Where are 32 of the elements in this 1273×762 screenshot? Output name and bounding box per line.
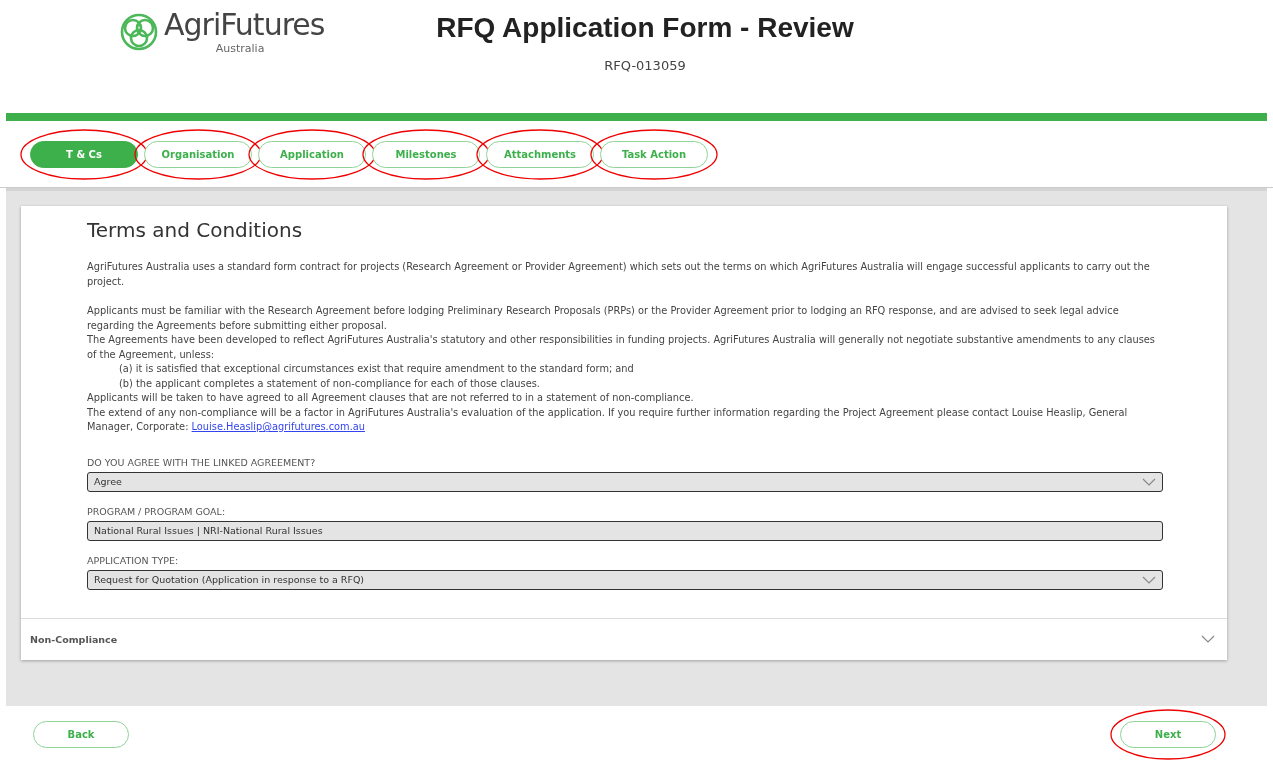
paragraph: Applicants must be familiar with the Research Agreement before lodging Preliminary Research Proposals (PRPs) or the Provider Agreement prior to lodging an RFQ response, and are advised to seek legal advice regarding the Agreements before submitting either proposal. bbox=[87, 304, 1120, 333]
page-title: RFQ Application Form - Review bbox=[436, 12, 854, 44]
logo-subtitle: Australia bbox=[215, 42, 265, 55]
paragraph: AgriFutures Australia uses a standard form contract for projects (Research Agreement or Provider Agreement) which sets out the terms on which AgriFutures Australia will engage successful applicants to carry out the project. bbox=[87, 260, 1151, 289]
chevron-down-icon bbox=[1142, 477, 1156, 486]
text-field[interactable]: National Rural Issues | NRI-National Rural Issues bbox=[87, 520, 1163, 541]
field-label: PROGRAM / PROGRAM GOAL: bbox=[87, 505, 227, 517]
chevron-down-icon bbox=[1142, 575, 1156, 584]
section-title: Terms and Conditions bbox=[87, 218, 304, 242]
email-link[interactable]: Louise.Heaslip@agrifutures.com.au bbox=[191, 421, 365, 432]
tab[interactable]: Application bbox=[258, 140, 366, 168]
tab[interactable]: Milestones bbox=[372, 140, 480, 168]
field-label: DO YOU AGREE WITH THE LINKED AGREEMENT? bbox=[87, 456, 317, 468]
logo-name: AgriFutures bbox=[164, 8, 325, 42]
field-label: APPLICATION TYPE: bbox=[87, 554, 180, 566]
paragraph: (b) the applicant completes a statement of non-compliance for each of those clauses. bbox=[118, 376, 541, 391]
back-button[interactable]: Back bbox=[33, 720, 129, 748]
next-button[interactable]: Next bbox=[1120, 720, 1216, 748]
logo-icon bbox=[120, 12, 158, 51]
select-field[interactable]: Agree bbox=[87, 471, 1163, 492]
paragraph: The Agreements have been developed to reflect AgriFutures Australia's statutory and other responsibilities in funding projects. AgriFutures Australia will generally not negotiate substantive amendments to any clauses of the Agreement, unless: bbox=[87, 333, 1156, 362]
tab[interactable]: T & Cs bbox=[30, 140, 138, 168]
tab[interactable]: Organisation bbox=[144, 140, 252, 168]
tab[interactable]: Attachments bbox=[486, 140, 594, 168]
paragraph: The extend of any non-compliance will be a factor in AgriFutures Australia's evaluation of the application. If you require further information regarding the Project Agreement please contact Louise Heaslip, General Manager, Corporate: Louise.Heaslip@agrifutures.com.au bbox=[87, 405, 1129, 434]
collapsible-header[interactable]: Non-Compliance bbox=[21, 617, 1227, 660]
tab[interactable]: Task Action bbox=[600, 140, 708, 168]
paragraph: (a) it is satisfied that exceptional circumstances exist that require amendment to the standard form; and bbox=[118, 362, 635, 376]
paragraph: Applicants will be taken to have agreed to all Agreement clauses that are not referred to in a statement of non-compliance. bbox=[87, 391, 695, 405]
chevron-down-icon bbox=[1201, 635, 1215, 643]
select-field[interactable]: Request for Quotation (Application in response to a RFQ) bbox=[87, 569, 1163, 590]
reference-number: RFQ-013059 bbox=[604, 58, 686, 73]
